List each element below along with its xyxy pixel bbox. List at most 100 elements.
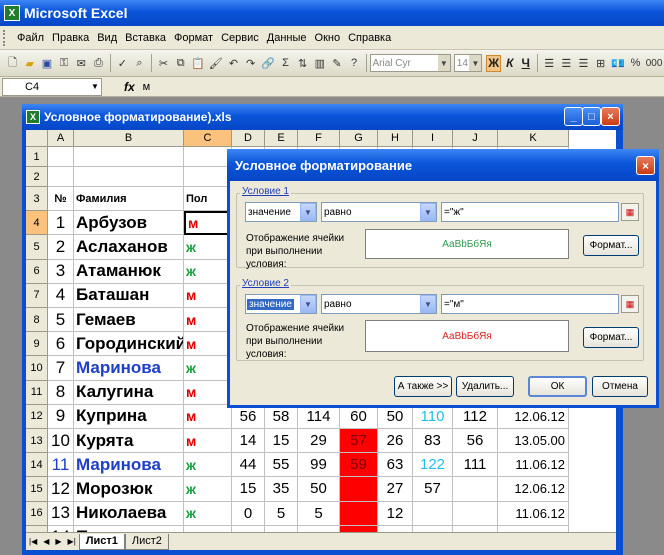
new-file-icon[interactable]: 🗋 — [6, 55, 19, 71]
print-icon[interactable]: ⎙ — [92, 55, 105, 71]
cell-c[interactable] — [184, 147, 232, 167]
cell-e[interactable]: 35 — [265, 477, 298, 502]
cell-c[interactable]: м — [184, 380, 232, 405]
cell-f[interactable]: 5 — [298, 501, 340, 526]
menu-window[interactable]: Окно — [311, 32, 345, 44]
cell-b[interactable]: Городинский — [74, 332, 184, 357]
cell-k[interactable]: 12.06.12 — [498, 477, 569, 502]
menu-tools[interactable]: Сервис — [217, 32, 263, 44]
cell-j[interactable]: 111 — [453, 453, 498, 478]
condition1-value-input[interactable]: ="ж" — [441, 202, 619, 222]
cell-a[interactable]: № — [48, 187, 74, 212]
cell-i[interactable]: 57 — [413, 477, 453, 502]
column-header-b[interactable]: B — [74, 130, 184, 147]
condition2-operator-select[interactable]: равно ▼ — [321, 294, 437, 314]
sheet-tab-2[interactable]: Лист2 — [124, 533, 169, 550]
italic-button[interactable]: К — [503, 55, 517, 72]
function-icon[interactable]: fx — [124, 80, 135, 94]
cell-c[interactable]: м — [184, 404, 232, 429]
cell-b[interactable]: Николаева — [74, 501, 184, 526]
row-header[interactable]: 6 — [26, 259, 48, 284]
cell-g[interactable]: 60 — [340, 404, 378, 429]
range-select-icon[interactable]: ▦ — [621, 203, 639, 221]
cell-c[interactable]: м — [184, 429, 232, 454]
cell-c[interactable]: ж — [184, 235, 232, 260]
cell-e[interactable]: 15 — [265, 429, 298, 454]
cut-icon[interactable]: ✂ — [157, 55, 170, 71]
sort-ascending-icon[interactable]: ⇅ — [296, 55, 309, 71]
cell-a[interactable] — [48, 167, 74, 187]
help-icon[interactable]: ? — [348, 55, 361, 71]
condition2-value-input[interactable]: ="м" — [441, 294, 619, 314]
cell-a[interactable]: 8 — [48, 380, 74, 405]
cell-h[interactable]: 26 — [378, 429, 413, 454]
cell-i[interactable]: 122 — [413, 453, 453, 478]
dialog-close-button[interactable]: × — [636, 156, 655, 175]
paste-icon[interactable]: 📋 — [191, 55, 205, 71]
row-header[interactable]: 1 — [26, 147, 48, 167]
cell-i[interactable]: 110 — [413, 404, 453, 429]
cell-b[interactable]: Атаманюк — [74, 259, 184, 284]
thousands-icon[interactable]: 000 — [646, 55, 663, 71]
underline-button[interactable]: Ч — [519, 55, 533, 72]
spelling-icon[interactable]: ✓ — [116, 55, 129, 71]
cell-i[interactable]: 83 — [413, 429, 453, 454]
column-header-h[interactable]: H — [378, 130, 413, 147]
cell-h[interactable]: 63 — [378, 453, 413, 478]
row-header[interactable]: 2 — [26, 167, 48, 187]
permission-icon[interactable]: ⚿ — [57, 55, 70, 71]
cell-a[interactable]: 4 — [48, 283, 74, 308]
cell-b[interactable]: Курята — [74, 429, 184, 454]
select-all-corner[interactable] — [26, 130, 48, 147]
column-header-d[interactable]: D — [232, 130, 265, 147]
cell-b[interactable]: Калугина — [74, 380, 184, 405]
cell-e[interactable]: 5 — [265, 501, 298, 526]
menu-help[interactable]: Справка — [344, 32, 395, 44]
undo-icon[interactable]: ↶ — [227, 55, 240, 71]
cell-j[interactable] — [453, 501, 498, 526]
menu-edit[interactable]: Правка — [48, 32, 93, 44]
cell-a[interactable]: 13 — [48, 501, 74, 526]
cell-h[interactable]: 12 — [378, 501, 413, 526]
cell-c[interactable]: ж — [184, 453, 232, 478]
align-left-icon[interactable]: ☰ — [543, 55, 556, 71]
row-header[interactable]: 8 — [26, 308, 48, 333]
cell-b[interactable] — [74, 147, 184, 167]
cell-b[interactable]: Гемаев — [74, 308, 184, 333]
cell-d[interactable]: 0 — [232, 501, 265, 526]
cell-e[interactable]: 58 — [265, 404, 298, 429]
cell-a[interactable] — [48, 147, 74, 167]
row-header[interactable]: 15 — [26, 477, 48, 502]
condition2-format-button[interactable]: Формат... — [583, 327, 639, 348]
delete-condition-button[interactable]: Удалить... — [456, 376, 514, 397]
first-sheet-icon[interactable]: |◀ — [29, 537, 37, 546]
cell-g[interactable] — [340, 477, 378, 502]
format-painter-icon[interactable]: 🖌 — [209, 55, 223, 71]
menu-file[interactable]: Файл — [13, 32, 48, 44]
align-center-icon[interactable]: ☰ — [560, 55, 573, 71]
menu-data[interactable]: Данные — [263, 32, 311, 44]
row-header[interactable]: 9 — [26, 332, 48, 357]
cell-a[interactable]: 6 — [48, 332, 74, 357]
cell-b[interactable]: Фамилия — [74, 187, 184, 212]
column-header-g[interactable]: G — [340, 130, 378, 147]
cell-a[interactable]: 10 — [48, 429, 74, 454]
row-header[interactable]: 13 — [26, 429, 48, 454]
cell-f[interactable]: 114 — [298, 404, 340, 429]
column-header-a[interactable]: A — [48, 130, 74, 147]
column-header-c[interactable]: C — [184, 130, 232, 147]
cell-d[interactable]: 56 — [232, 404, 265, 429]
redo-icon[interactable]: ↷ — [244, 55, 257, 71]
cell-a[interactable]: 12 — [48, 477, 74, 502]
research-icon[interactable]: ⌕ — [133, 55, 146, 71]
cell-b[interactable]: Арбузов — [74, 211, 184, 236]
cell-c[interactable] — [184, 167, 232, 187]
cell-a[interactable]: 11 — [48, 453, 74, 478]
row-header[interactable]: 10 — [26, 356, 48, 381]
column-header-f[interactable]: F — [298, 130, 340, 147]
cell-d[interactable]: 15 — [232, 477, 265, 502]
sheet-tab-1[interactable]: Лист1 — [78, 533, 125, 550]
cell-a[interactable]: 2 — [48, 235, 74, 260]
condition1-type-select[interactable]: значение ▼ — [245, 202, 317, 222]
name-box[interactable]: C4 ▼ — [2, 77, 102, 96]
